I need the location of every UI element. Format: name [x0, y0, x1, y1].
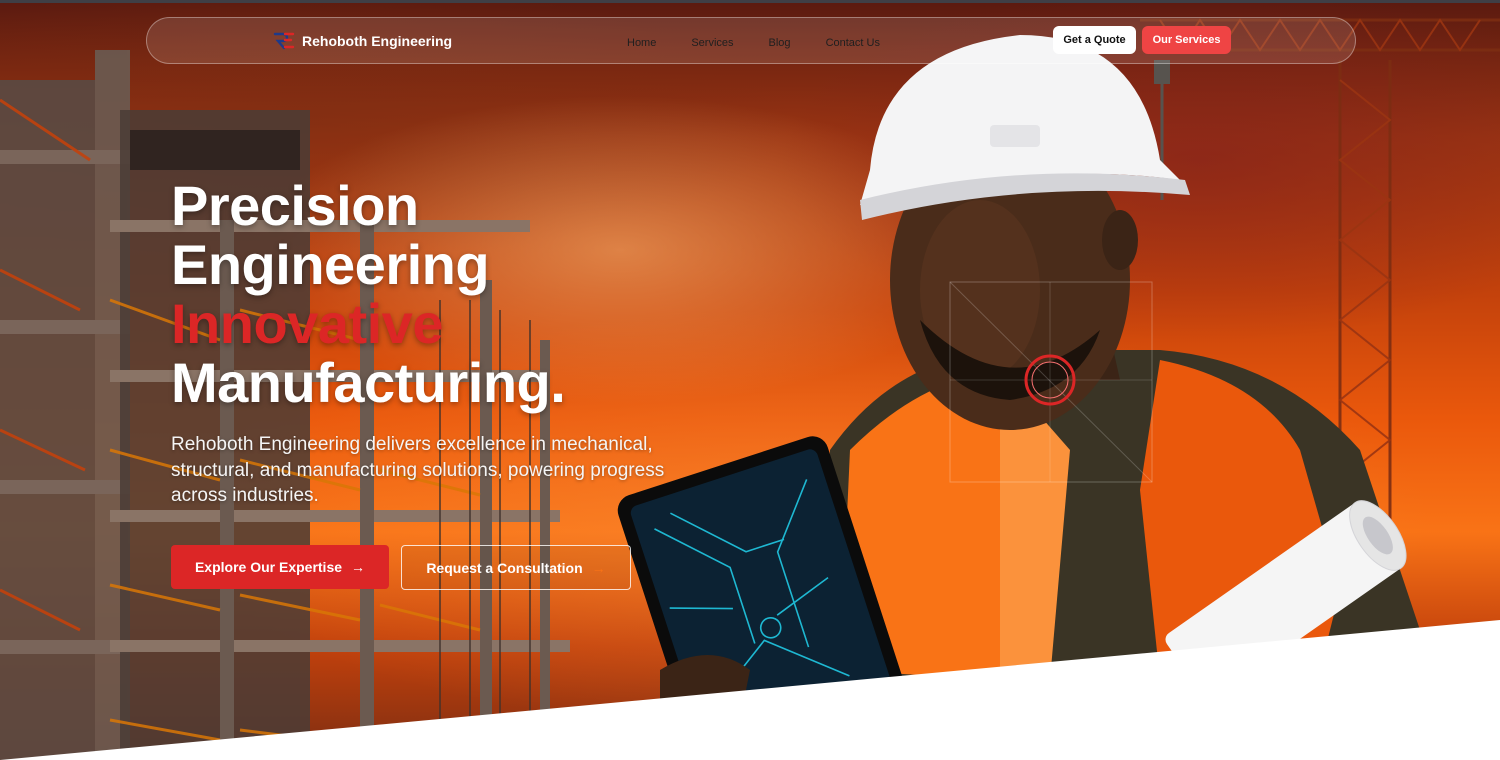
section-divider: [0, 620, 1500, 760]
nav-services[interactable]: Services: [691, 37, 733, 49]
get-a-quote-button[interactable]: Get a Quote: [1053, 26, 1136, 54]
nav-contact[interactable]: Contact Us: [826, 37, 880, 49]
headline-line-1: Precision: [171, 174, 419, 237]
brand-logo[interactable]: Rehoboth Engineering: [273, 30, 452, 52]
hero-subtitle: Rehoboth Engineering delivers excellence…: [171, 434, 665, 506]
our-services-button[interactable]: Our Services: [1142, 26, 1231, 54]
nav-links: Home Services Blog Contact Us: [627, 37, 915, 49]
explore-expertise-button[interactable]: Explore Our Expertise →: [171, 545, 389, 589]
nav-blog[interactable]: Blog: [769, 37, 791, 49]
request-consultation-button[interactable]: Request a Consultation →: [401, 545, 631, 590]
navbar: Rehoboth Engineering Home Services Blog …: [146, 17, 1356, 64]
brand-name: Rehoboth Engineering: [302, 33, 453, 49]
headline-line-4: Manufacturing.: [171, 351, 566, 414]
arrow-right-icon: →: [591, 559, 606, 576]
request-consultation-label: Request a Consultation: [426, 559, 583, 576]
hero-headline: Precision Engineering Innovative Manufac…: [171, 174, 566, 414]
headline-line-2: Engineering: [171, 233, 490, 296]
re-logo-icon: [273, 32, 295, 50]
headline-line-3: Innovative: [171, 292, 443, 355]
nav-home[interactable]: Home: [627, 37, 656, 49]
arrow-right-icon: →: [351, 559, 366, 575]
explore-expertise-label: Explore Our Expertise: [194, 559, 343, 575]
